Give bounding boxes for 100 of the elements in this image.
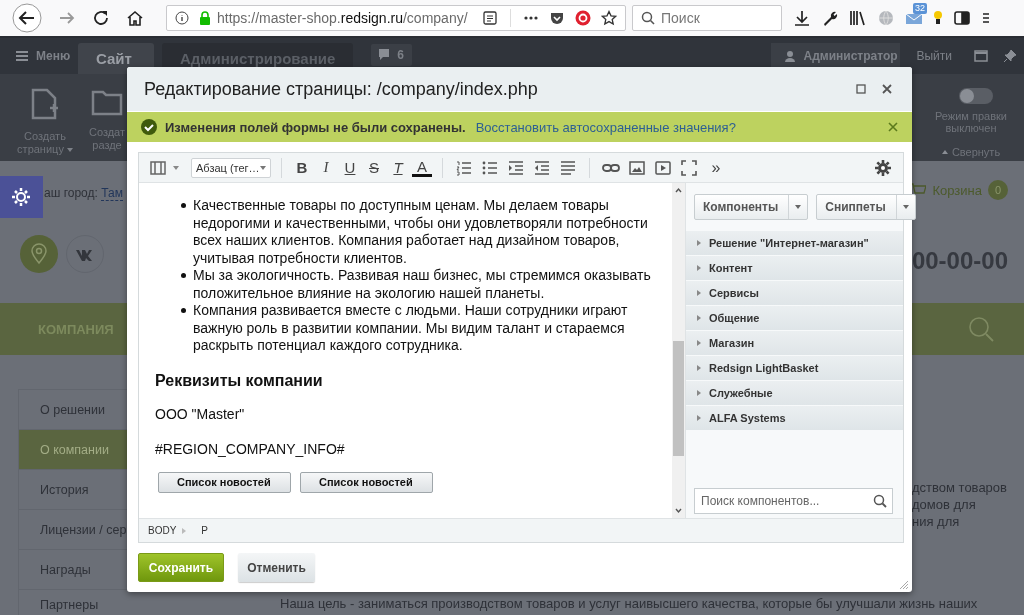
folder-plus-icon: [91, 88, 123, 116]
list-item-text: Качественные товары по доступным ценам. Мы делаем товары недорогими и качественными, чтобы они удовлетворяли потребности всех наших клиентов. Компания работает над дизайном товаров, учитывая потребности клиентов.: [193, 197, 649, 267]
url-text: https://master-shop.redsign.ru/company/: [217, 10, 468, 26]
component-group[interactable]: Контент: [686, 256, 903, 281]
component-group[interactable]: Служебные: [686, 381, 903, 406]
download-icon[interactable]: [793, 9, 811, 27]
resize-grip-icon: [899, 580, 909, 590]
caret-icon: [902, 205, 909, 209]
cart-icon: [910, 183, 927, 197]
phone-number: 00-00-00: [911, 247, 1008, 275]
outdent-icon[interactable]: [533, 158, 551, 177]
caret-up-icon: [941, 150, 948, 154]
restore-link[interactable]: Восстановить автосохраненные значения?: [475, 119, 736, 135]
mail-icon[interactable]: [905, 11, 923, 25]
notification-badge: 32: [913, 3, 927, 14]
italic-button[interactable]: I: [316, 159, 336, 176]
path-item[interactable]: BODY: [139, 525, 183, 536]
maximize-icon[interactable]: [856, 84, 866, 94]
menu-icon: [16, 51, 28, 61]
caret-icon: [260, 165, 266, 170]
bullet-icon: [181, 308, 186, 313]
target-icon[interactable]: [575, 10, 591, 26]
star-icon[interactable]: [601, 10, 617, 26]
wrench-icon[interactable]: [821, 9, 839, 27]
close-icon[interactable]: [888, 122, 898, 132]
separator-icon: [182, 527, 187, 534]
admin-tab[interactable]: Сайт: [78, 43, 154, 74]
bullet-icon: [181, 203, 186, 208]
component-group[interactable]: Общение: [686, 306, 903, 331]
view-mode-icon[interactable]: [149, 158, 167, 177]
expand-icon: [697, 240, 701, 246]
content-paragraph: ООО "Master": [155, 406, 246, 424]
caret-icon: [173, 165, 179, 170]
format-dropdown[interactable]: Абзац (тег…: [191, 157, 271, 178]
caret-icon: [795, 205, 802, 209]
bulb-icon[interactable]: [933, 9, 943, 27]
fullscreen-icon[interactable]: [680, 158, 698, 177]
expand-icon: [697, 290, 701, 296]
city-selector: аш город: Там: [44, 186, 123, 200]
indent-icon[interactable]: [507, 158, 525, 177]
list-item-text: Компания развивается вместе с людьми. Наши сотрудники играют важную роль в развитии компании. Мы видим талант и стараемся раскрыть потенциал каждого сотрудника.: [193, 302, 629, 355]
info-icon: [175, 11, 189, 25]
bold-button[interactable]: B: [292, 159, 312, 176]
content-heading: Реквизиты компании: [155, 371, 324, 389]
path-item[interactable]: P: [192, 525, 214, 536]
search-field[interactable]: Поиск: [632, 5, 782, 31]
numbered-list-icon[interactable]: [455, 158, 473, 177]
back-icon[interactable]: [12, 3, 42, 33]
component-placeholder[interactable]: Список новостей: [300, 472, 433, 493]
body-text: Наша цель - заниматься производством товаров и услуг наивысшего качества, которые бы улучшали жизнь наших: [279, 596, 979, 612]
clear-format-button[interactable]: T: [388, 159, 408, 176]
reader-view-icon[interactable]: [482, 10, 498, 26]
page-plus-icon: [30, 88, 60, 120]
reload-icon[interactable]: [92, 9, 110, 27]
component-placeholder[interactable]: Список новостей: [158, 472, 291, 493]
panel-dropdown-button[interactable]: Компоненты: [694, 194, 809, 220]
close-icon[interactable]: [882, 84, 892, 94]
address-bar[interactable]: https://master-shop.redsign.ru/company/: [166, 5, 626, 31]
pocket-icon[interactable]: [549, 10, 565, 26]
strikethrough-button[interactable]: S: [364, 159, 384, 176]
component-group[interactable]: Redsign LightBasket: [686, 356, 903, 381]
underline-button[interactable]: U: [340, 159, 360, 176]
check-icon: [141, 119, 157, 135]
dialog-title: Редактирование страницы: /company/index.php: [144, 78, 538, 100]
more-tools-button[interactable]: »: [706, 158, 726, 177]
panel-dropdown-button[interactable]: Сниппеты: [816, 194, 916, 220]
expand-icon: [697, 390, 701, 396]
text-color-button[interactable]: A: [412, 158, 432, 177]
flag-icon: [379, 49, 390, 61]
social-circle-icon[interactable]: [66, 235, 104, 273]
video-icon[interactable]: [654, 158, 672, 177]
user-icon: [785, 50, 796, 62]
home-icon[interactable]: [126, 9, 144, 27]
search-icon: [641, 11, 655, 25]
sidebar-icon[interactable]: [953, 9, 971, 27]
component-group[interactable]: Магазин: [686, 331, 903, 356]
content-paragraph: #REGION_COMPANY_INFO#: [155, 440, 346, 458]
expand-icon: [697, 415, 701, 421]
body-text: дством товаров домов для ния для: [912, 479, 1008, 531]
pin-icon[interactable]: [1004, 50, 1016, 62]
expand-icon: [697, 315, 701, 321]
list-item-text: Мы за экологичность. Развивая наш бизнес, мы стремимся оказывать положительное влияние на экологию нашей планеты.: [193, 267, 652, 302]
component-search-field[interactable]: Поиск компонентов...: [694, 488, 893, 514]
component-group[interactable]: ALFA Systems: [686, 406, 903, 431]
window-icon[interactable]: [974, 50, 988, 62]
component-group[interactable]: Сервисы: [686, 281, 903, 306]
search-icon: [873, 494, 887, 508]
edit-mode-toggle[interactable]: [959, 88, 993, 104]
notice-message: Изменения полей формы не были сохранены.: [165, 119, 466, 135]
cancel-button[interactable]: Отменить: [238, 553, 315, 582]
expand-icon: [697, 340, 701, 346]
expand-icon: [697, 365, 701, 371]
library-icon[interactable]: [849, 9, 867, 27]
settings-icon[interactable]: [875, 159, 891, 176]
align-icon[interactable]: [559, 158, 577, 177]
image-icon[interactable]: [628, 158, 646, 177]
component-group[interactable]: Решение "Интернет-магазин": [686, 231, 903, 256]
expand-icon: [697, 265, 701, 271]
bullet-icon: [181, 273, 186, 278]
settings-icon[interactable]: [0, 176, 43, 218]
